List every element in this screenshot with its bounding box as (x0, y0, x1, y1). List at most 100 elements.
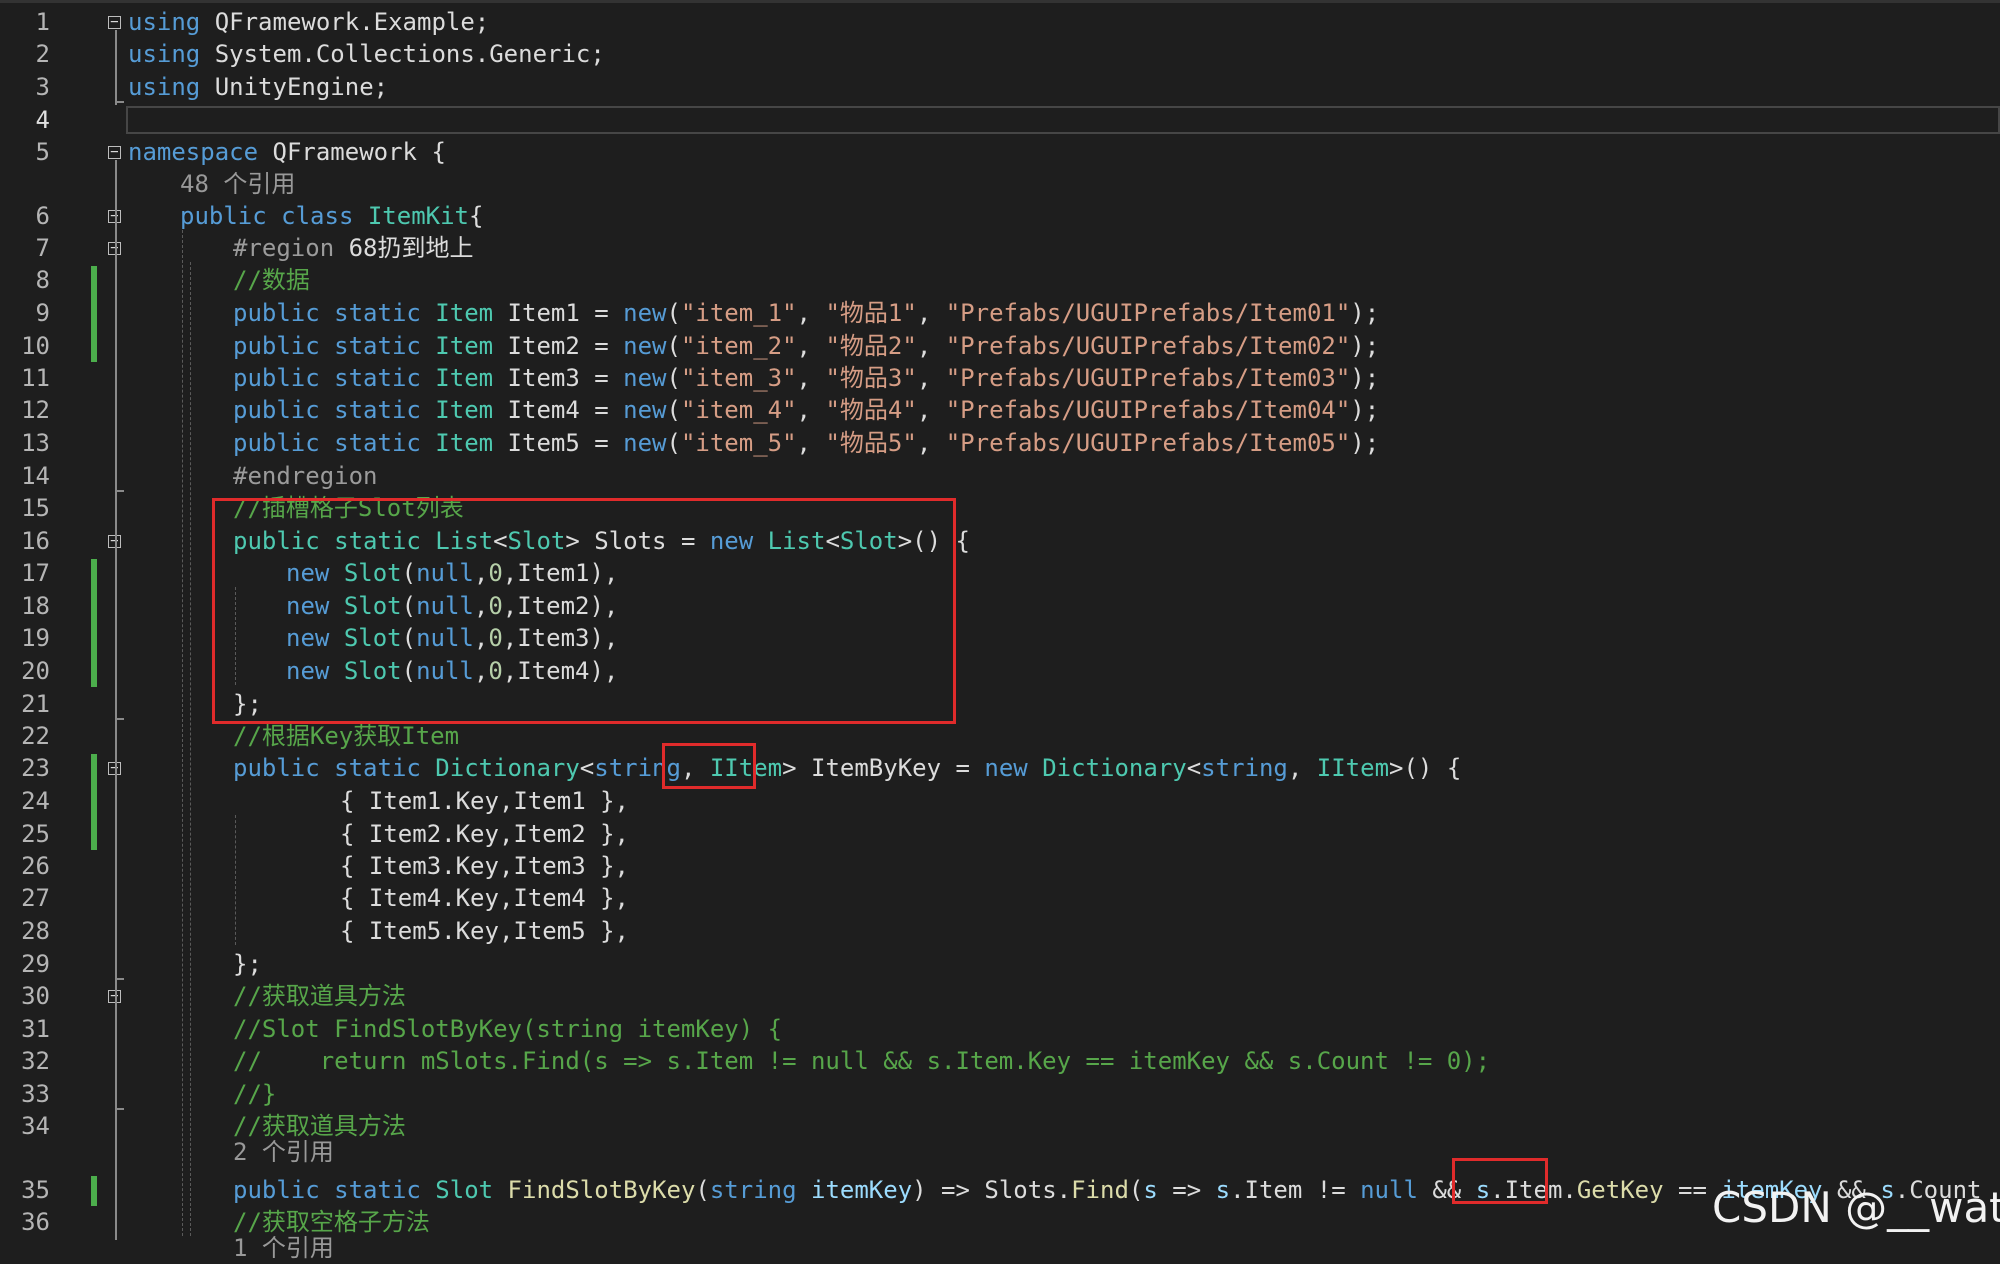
code-token: //} (233, 1080, 277, 1108)
line-number: 18 (21, 592, 50, 620)
code-token: , (796, 332, 826, 360)
line-number: 20 (21, 657, 50, 685)
comment-line: //获取道具方法 (233, 980, 406, 1012)
code-token: , (796, 364, 826, 392)
code-token: FindSlotByKey (507, 1176, 696, 1204)
code-token: public static (233, 299, 421, 327)
watermark: CSDN @__water (1712, 1183, 2000, 1232)
code-token: Item (435, 396, 494, 424)
code-token: Item (435, 299, 494, 327)
line-number: 23 (21, 754, 50, 782)
line-number: 7 (35, 234, 50, 262)
fold-region-line (115, 30, 117, 105)
codelens-references[interactable]: 2 个引用 (233, 1136, 334, 1168)
code-token: public static (233, 1176, 421, 1204)
code-token: Dictionary (435, 754, 580, 782)
line-number: 2 (35, 40, 50, 68)
code-token: public static (233, 754, 421, 782)
comment-line: //} (233, 1078, 276, 1110)
line-number: 13 (21, 429, 50, 457)
code-token: { Item5.Key,Item5 }, (340, 917, 629, 945)
code-token: .Item != (1230, 1176, 1361, 1204)
code-token: , (796, 299, 826, 327)
code-token: new (623, 396, 667, 424)
line-number: 15 (21, 494, 50, 522)
endregion-line: #endregion (233, 460, 378, 492)
code-token: public static (233, 364, 421, 392)
code-token: { Item1.Key,Item1 }, (340, 787, 629, 815)
codelens-references[interactable]: 1 个引用 (233, 1232, 334, 1264)
fold-region-line (115, 1004, 117, 1112)
code-token: Item5 = (493, 429, 624, 457)
code-token: ( (666, 332, 681, 360)
code-token: Dictionary (1042, 754, 1187, 782)
code-token: public static (233, 429, 421, 457)
line-number: 16 (21, 527, 50, 555)
code-token: }; (233, 950, 262, 978)
fold-toggle-icon[interactable]: − (108, 145, 121, 159)
code-token: { Item4.Key,Item4 }, (340, 884, 629, 912)
fold-region-line (115, 549, 117, 722)
code-token: using (128, 73, 201, 101)
code-token: //获取道具方法 (233, 982, 406, 1010)
line-number: 26 (21, 852, 50, 880)
code-token: , (796, 396, 826, 424)
code-token: "item_2" (680, 332, 797, 360)
line-number: 1 (35, 8, 50, 36)
code-token: UnityEngine; (200, 73, 389, 101)
using-line: using UnityEngine; (128, 71, 388, 103)
code-token: using (128, 8, 201, 36)
code-token: Item3 = (493, 364, 624, 392)
code-token: // return mSlots.Find(s => s.Item != nul… (233, 1047, 1491, 1075)
code-token: QFramework { (258, 138, 446, 166)
annotation-box-slots-list (212, 498, 956, 724)
line-number: 35 (21, 1176, 50, 1204)
current-line-highlight (126, 106, 2000, 134)
line-number: 29 (21, 950, 50, 978)
code-token: ( (666, 364, 681, 392)
code-token: , (796, 429, 826, 457)
dictionary-entry-line: { Item1.Key,Item1 }, (340, 785, 629, 817)
line-number: 4 (35, 106, 50, 134)
line-number: 33 (21, 1080, 50, 1108)
code-token: ( (666, 396, 681, 424)
dictionary-entry-line: { Item4.Key,Item4 }, (340, 882, 629, 914)
code-token: , (916, 332, 946, 360)
code-token: , (916, 429, 946, 457)
code-token: new (623, 429, 667, 457)
annotation-box-iitem-type (662, 743, 756, 789)
line-number: 6 (35, 202, 50, 230)
indent-guide (190, 262, 191, 1236)
code-token: < (1186, 754, 1202, 782)
code-token: ItemKit (367, 202, 469, 230)
code-token: { Item2.Key,Item2 }, (340, 820, 629, 848)
line-number: 3 (35, 73, 50, 101)
code-token: => (1157, 1176, 1216, 1204)
dictionary-entry-line: { Item5.Key,Item5 }, (340, 915, 629, 947)
code-token: , (916, 396, 946, 424)
code-token: , (916, 364, 946, 392)
code-token: public class (180, 202, 354, 230)
code-token: //数据 (233, 266, 310, 294)
line-number: 19 (21, 624, 50, 652)
code-token: Slot (435, 1176, 494, 1204)
change-marker (91, 754, 97, 850)
code-token: Item (435, 364, 494, 392)
code-token: namespace (128, 138, 259, 166)
code-token: GetKey (1576, 1176, 1664, 1204)
item-field-line: public static Item Item5 = new("item_5",… (233, 427, 1379, 459)
fold-end-marker (115, 718, 124, 720)
fold-toggle-icon[interactable]: − (108, 15, 121, 29)
line-number: 5 (35, 138, 50, 166)
code-token: "Prefabs/UGUIPrefabs/Item02" (945, 332, 1351, 360)
line-number: 9 (35, 299, 50, 327)
annotation-box-getkey (1452, 1158, 1548, 1204)
codelens-references[interactable]: 48 个引用 (180, 168, 295, 200)
code-token: , (1287, 754, 1317, 782)
line-number: 17 (21, 559, 50, 587)
comment-line: // return mSlots.Find(s => s.Item != nul… (233, 1045, 1490, 1077)
line-number: 27 (21, 884, 50, 912)
code-token: >() { (1389, 754, 1462, 782)
